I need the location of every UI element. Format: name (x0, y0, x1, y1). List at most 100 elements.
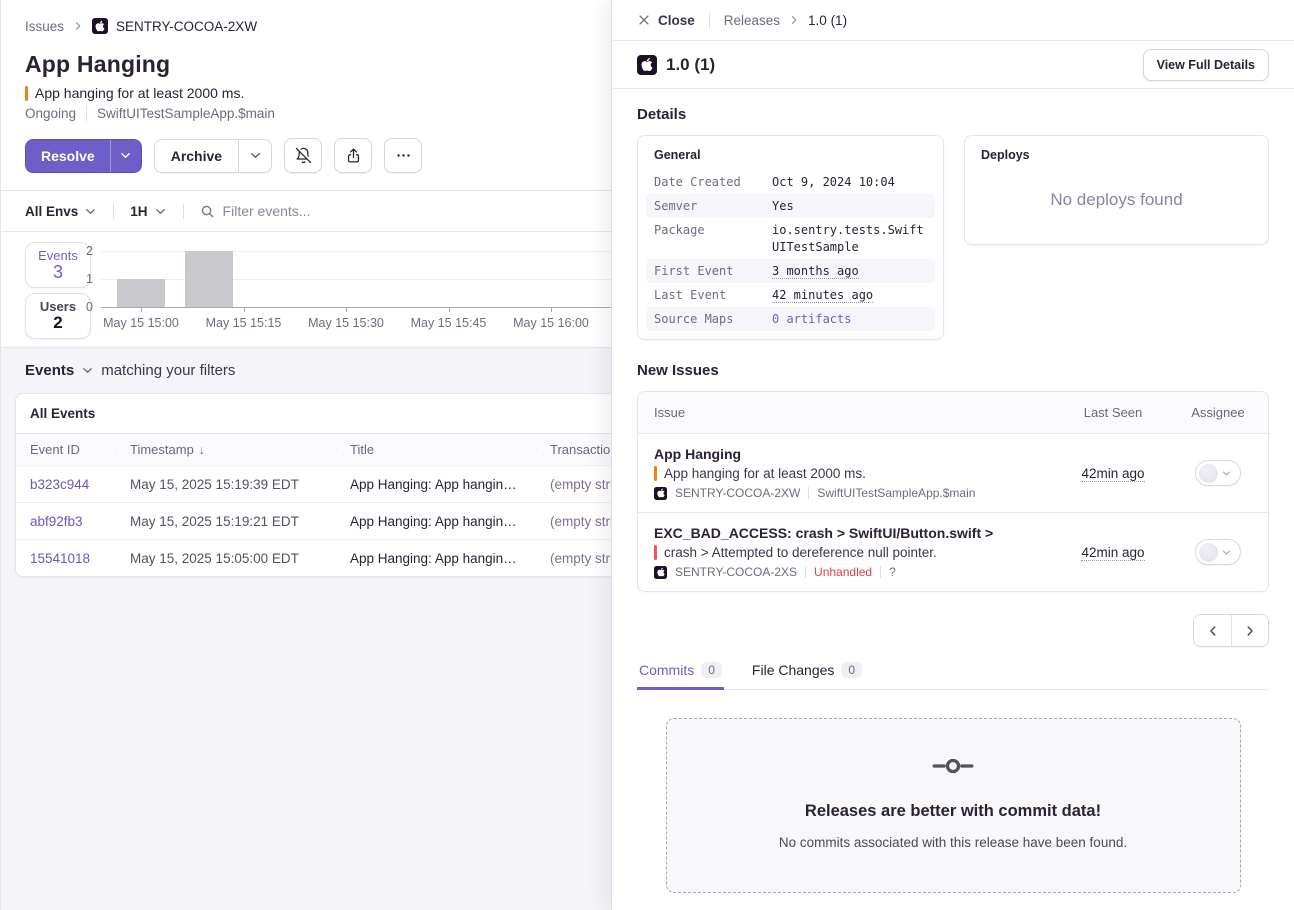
bell-off-icon (295, 147, 312, 164)
issue-subtitle-text: crash > Attempted to dereference null po… (664, 545, 937, 560)
more-actions-button[interactable] (384, 138, 422, 173)
events-heading-dropdown[interactable]: Events (25, 362, 74, 379)
resolve-dropdown-button[interactable] (110, 139, 142, 173)
general-row: Source Maps 0 artifacts (646, 307, 935, 331)
kv-key: Semver (654, 198, 772, 214)
chart-x-tick (449, 308, 450, 312)
issue-row-subtitle: App hanging for at least 2000 ms. (654, 466, 1058, 481)
event-id-link[interactable]: b323c944 (16, 477, 116, 492)
last-event-relative-time[interactable]: 42 minutes ago (772, 288, 873, 303)
tab-commits[interactable]: Commits 0 (637, 656, 724, 690)
archive-button[interactable]: Archive (154, 139, 238, 173)
breadcrumb-issues-link[interactable]: Issues (25, 19, 64, 34)
environment-filter-label: All Envs (25, 204, 78, 219)
close-drawer-button[interactable]: Close (637, 13, 695, 28)
empty-state-title: Releases are better with commit data! (697, 802, 1210, 821)
timestamp-header-label: Timestamp (130, 442, 194, 457)
events-chart-plot: 012May 15 15:00May 15 15:15May 15 15:30M… (101, 246, 631, 308)
issue-subtitle-text: App hanging for at least 2000 ms. (664, 466, 866, 481)
column-header-title[interactable]: Title (336, 442, 536, 457)
column-header-assignee: Assignee (1168, 405, 1268, 420)
chart-bar (185, 251, 233, 307)
event-timestamp: May 15, 2025 15:19:39 EDT (116, 477, 336, 492)
breadcrumb-releases-link[interactable]: Releases (724, 13, 780, 28)
chart-x-tick (141, 308, 142, 312)
apple-platform-icon (654, 487, 667, 500)
view-full-details-button[interactable]: View Full Details (1143, 49, 1269, 81)
issues-pagination (637, 614, 1269, 647)
help-icon[interactable]: ? (889, 565, 896, 579)
chart-x-tick-label: May 15 15:45 (394, 316, 504, 330)
detail-cards: General Date Created Oct 9, 2024 10:04 S… (637, 135, 1269, 340)
share-button[interactable] (334, 138, 372, 173)
divider (113, 204, 114, 219)
release-tabs: Commits 0 File Changes 0 (637, 656, 1269, 690)
time-period-filter[interactable]: 1H (130, 204, 166, 219)
deploys-card-title: Deploys (981, 148, 1252, 162)
general-card-title: General (654, 148, 927, 162)
previous-page-button[interactable] (1194, 615, 1231, 646)
issue-row[interactable]: EXC_BAD_ACCESS: crash > SwiftUI/Button.s… (638, 512, 1268, 591)
tab-file-changes-count: 0 (841, 662, 862, 678)
chart-x-tick-label: May 15 16:00 (496, 316, 606, 330)
first-event-relative-time[interactable]: 3 months ago (772, 264, 859, 279)
tab-commits-count: 0 (701, 662, 722, 678)
issue-assignee (1168, 460, 1268, 486)
tab-file-changes[interactable]: File Changes 0 (750, 656, 864, 690)
chevron-down-icon (84, 205, 97, 218)
general-row: Date Created Oct 9, 2024 10:04 (646, 170, 935, 194)
event-id-link[interactable]: 15541018 (16, 551, 116, 566)
chevron-right-icon (1243, 624, 1257, 638)
divider (183, 204, 184, 219)
event-timestamp: May 15, 2025 15:05:00 EDT (116, 551, 336, 566)
chart-x-tick (244, 308, 245, 312)
issue-level-indicator (654, 545, 657, 560)
issue-status: Ongoing (25, 106, 76, 121)
kv-key: Package (654, 222, 772, 254)
events-chart: 012May 15 15:00May 15 15:15May 15 15:30M… (101, 246, 631, 341)
commits-empty-state: Releases are better with commit data! No… (666, 718, 1241, 893)
breadcrumb-project[interactable]: SENTRY-COCOA-2XW (116, 19, 257, 34)
chevron-down-icon (119, 149, 132, 162)
event-id-link[interactable]: abf92fb3 (16, 514, 116, 529)
issue-short-id: SENTRY-COCOA-2XW (675, 486, 800, 500)
issue-row-title[interactable]: App Hanging (654, 446, 1058, 462)
divider (805, 566, 806, 578)
general-card: General Date Created Oct 9, 2024 10:04 S… (637, 135, 944, 340)
column-header-event-id[interactable]: Event ID (16, 442, 116, 457)
chevron-down-icon (1221, 468, 1232, 479)
unhandled-badge: Unhandled (814, 565, 872, 579)
issue-row-title[interactable]: EXC_BAD_ACCESS: crash > SwiftUI/Button.s… (654, 525, 1058, 541)
kv-value: io.sentry.tests.SwiftUITestSample (772, 222, 927, 254)
resolve-button[interactable]: Resolve (25, 139, 110, 173)
avatar (1199, 464, 1218, 483)
mute-button[interactable] (284, 138, 322, 173)
kv-value: 42 minutes ago (772, 287, 927, 303)
last-seen-time[interactable]: 42min ago (1081, 545, 1144, 561)
chevron-down-icon[interactable] (81, 364, 94, 377)
details-heading: Details (637, 106, 1269, 123)
issue-row-meta: SENTRY-COCOA-2XW SwiftUITestSampleApp.$m… (654, 486, 1058, 500)
assignee-dropdown[interactable] (1195, 460, 1241, 486)
chart-x-tick-label: May 15 15:15 (189, 316, 299, 330)
last-seen-time[interactable]: 42min ago (1081, 466, 1144, 482)
event-title: App Hanging: App hangin… (336, 514, 536, 529)
chart-y-tick-label: 0 (67, 300, 93, 314)
assignee-dropdown[interactable] (1195, 539, 1241, 565)
kv-key: First Event (654, 263, 772, 279)
issue-row-subtitle: crash > Attempted to dereference null po… (654, 545, 1058, 560)
time-period-label: 1H (130, 204, 147, 219)
event-title: App Hanging: App hangin… (336, 477, 536, 492)
environment-filter[interactable]: All Envs (25, 204, 97, 219)
column-header-timestamp[interactable]: Timestamp ↓ (116, 442, 336, 457)
no-deploys-message: No deploys found (973, 190, 1260, 210)
chevron-down-icon (1221, 547, 1232, 558)
sort-descending-icon: ↓ (199, 443, 205, 457)
filter-events-input[interactable] (223, 203, 483, 219)
chart-x-tick (346, 308, 347, 312)
next-page-button[interactable] (1231, 615, 1268, 646)
source-maps-link[interactable]: 0 artifacts (772, 311, 927, 327)
archive-dropdown-button[interactable] (238, 139, 272, 173)
issue-row[interactable]: App Hanging App hanging for at least 200… (638, 433, 1268, 512)
kv-key: Last Event (654, 287, 772, 303)
